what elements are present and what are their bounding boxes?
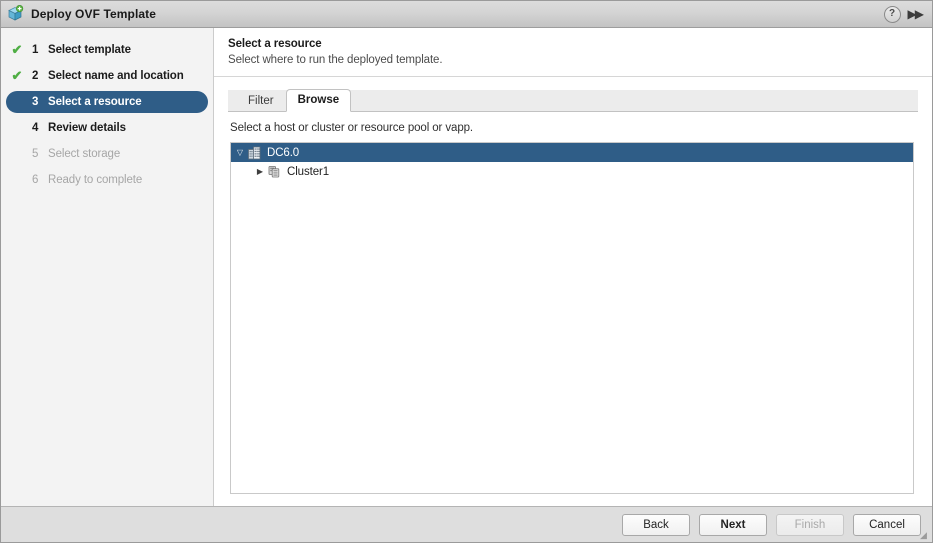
step-number: 5	[32, 148, 39, 160]
back-button[interactable]: Back	[622, 513, 690, 536]
tab-filter[interactable]: Filter	[236, 90, 286, 112]
step-label: Ready to complete	[48, 174, 143, 186]
header-divider	[214, 76, 932, 77]
tree-item-label: Cluster1	[287, 165, 330, 178]
step-check-icon: ✔	[11, 68, 23, 83]
chevron-down-icon[interactable]: ▽	[233, 148, 247, 158]
sidebar-step-select-template[interactable]: ✔ 1 Select template	[6, 39, 208, 61]
tab-browse[interactable]: Browse	[285, 89, 352, 112]
sidebar-step-ready-to-complete: 6 Ready to complete	[6, 169, 208, 191]
chevron-double-right-icon[interactable]: ▶▶	[908, 8, 925, 20]
sidebar-step-select-storage: 5 Select storage	[6, 143, 208, 165]
cancel-button[interactable]: Cancel	[853, 513, 921, 536]
step-number: 1	[32, 44, 39, 56]
title-bar: Deploy OVF Template ? ▶▶	[1, 1, 932, 28]
inventory-tree-panel[interactable]: ▽ DC6.0 ▶ Cluster1	[230, 142, 914, 494]
step-number: 6	[32, 174, 39, 186]
tree-panel-bottom-spacer	[214, 494, 932, 506]
tab-bar: Filter Browse	[228, 89, 918, 112]
sidebar-step-select-a-resource[interactable]: 3 Select a resource	[6, 91, 208, 113]
resize-grip-icon[interactable]: ◢	[920, 531, 930, 541]
step-label: Select name and location	[48, 70, 184, 82]
finish-button: Finish	[776, 513, 844, 536]
main-content: Select a resource Select where to run th…	[214, 28, 932, 506]
wizard-steps-sidebar: ✔ 1 Select template ✔ 2 Select name and …	[1, 28, 214, 506]
page-title: Select a resource	[228, 38, 322, 50]
step-check-icon: ✔	[11, 42, 23, 57]
dialog-footer: Back Next Finish Cancel ◢	[1, 506, 932, 542]
tree-item-datacenter[interactable]: ▽ DC6.0	[231, 143, 913, 162]
title-bar-actions: ? ▶▶	[883, 5, 926, 23]
deploy-ovf-template-dialog: Deploy OVF Template ? ▶▶ ✔ 1 Select temp…	[0, 0, 933, 543]
window-title: Deploy OVF Template	[31, 7, 157, 21]
ovf-cube-add-icon	[6, 4, 24, 23]
step-label: Select storage	[48, 148, 121, 160]
datacenter-icon	[247, 146, 263, 160]
step-label: Review details	[48, 122, 126, 134]
tree-item-cluster[interactable]: ▶ Cluster1	[231, 162, 913, 181]
page-header: Select a resource Select where to run th…	[214, 28, 932, 66]
page-subtitle: Select where to run the deployed templat…	[228, 54, 443, 66]
sidebar-step-review-details[interactable]: 4 Review details	[6, 117, 208, 139]
sidebar-step-select-name-and-location[interactable]: ✔ 2 Select name and location	[6, 65, 208, 87]
step-number: 4	[32, 122, 39, 134]
step-label: Select template	[48, 44, 131, 56]
chevron-right-icon[interactable]: ▶	[253, 167, 267, 177]
tree-item-label: DC6.0	[267, 146, 300, 159]
selection-hint: Select a host or cluster or resource poo…	[230, 122, 474, 134]
step-label: Select a resource	[48, 96, 142, 108]
next-button[interactable]: Next	[699, 513, 767, 536]
help-icon[interactable]: ?	[883, 5, 901, 23]
dialog-body: ✔ 1 Select template ✔ 2 Select name and …	[1, 28, 932, 506]
cluster-icon	[267, 165, 283, 179]
step-number: 3	[32, 96, 39, 108]
step-number: 2	[32, 70, 39, 82]
